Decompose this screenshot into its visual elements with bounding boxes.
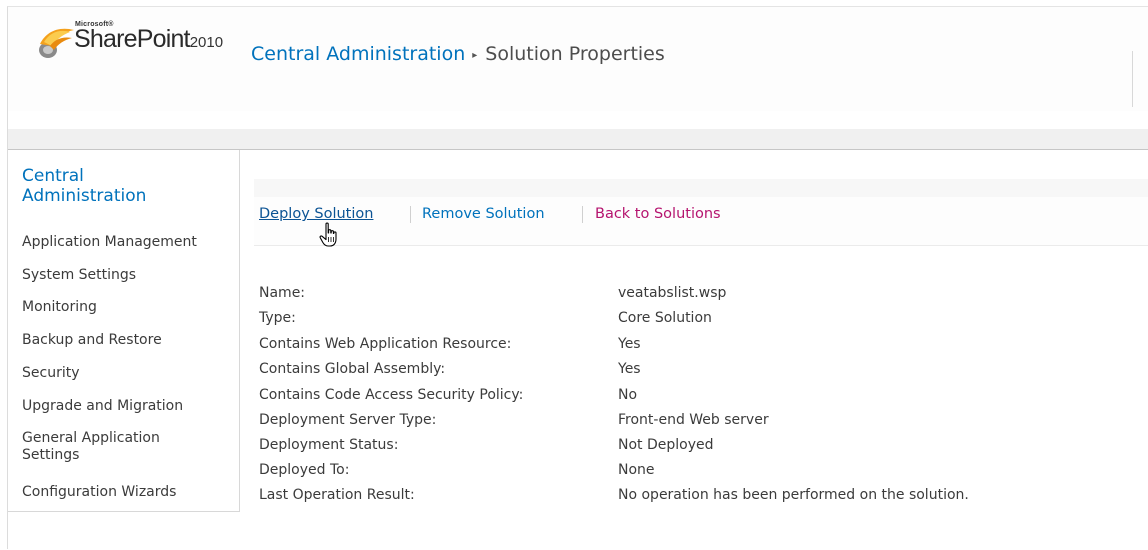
property-value: None	[618, 462, 655, 478]
property-label: Deployment Server Type:	[259, 412, 437, 428]
breadcrumb-root-link[interactable]: Central Administration	[251, 43, 465, 65]
property-value: No operation has been performed on the s…	[618, 487, 969, 503]
nav-item-application-management[interactable]: Application Management	[22, 234, 197, 251]
quick-launch-heading-line2: Administration	[22, 186, 147, 206]
nav-item-configuration-wizards[interactable]: Configuration Wizards	[22, 484, 176, 501]
quick-launch-heading[interactable]: Central Administration	[22, 166, 146, 206]
property-label: Deployed To:	[259, 462, 350, 478]
brand-year: 2010	[189, 34, 224, 51]
toolbar-divider	[410, 206, 411, 223]
breadcrumb-current: Solution Properties	[485, 43, 665, 65]
nav-item-general-application-settings[interactable]: General Application Settings	[22, 430, 160, 464]
toolbar-divider	[582, 206, 583, 223]
brand-product-name: SharePoint	[74, 25, 191, 53]
quick-launch-nav: Central Administration Application Manag…	[8, 150, 240, 512]
property-value: Front-end Web server	[618, 412, 769, 428]
property-value: Not Deployed	[618, 437, 714, 453]
breadcrumb-separator-icon: ▸	[472, 50, 478, 61]
nav-item-general-application-line1: General Application	[22, 430, 160, 446]
property-label: Contains Web Application Resource:	[259, 336, 512, 352]
nav-item-system-settings[interactable]: System Settings	[22, 267, 136, 284]
property-value: Yes	[618, 336, 641, 352]
property-label: Name:	[259, 285, 306, 301]
header-divider	[1132, 51, 1133, 107]
quick-launch-heading-line1: Central	[22, 166, 84, 186]
sharepoint-logo-icon[interactable]	[34, 20, 78, 64]
nav-item-general-application-line2: Settings	[22, 447, 80, 463]
hand-pointer-cursor-icon	[319, 222, 337, 247]
property-label: Type:	[259, 310, 296, 326]
solution-toolbar: Deploy Solution Remove Solution Back to …	[254, 179, 1148, 246]
property-label: Last Operation Result:	[259, 487, 415, 503]
brand-product: SharePoint2010	[74, 25, 223, 54]
site-header: Microsoft® SharePoint2010 Central Admini…	[8, 7, 1148, 112]
nav-item-upgrade-and-migration[interactable]: Upgrade and Migration	[22, 398, 183, 415]
property-value: veatabslist.wsp	[618, 285, 727, 301]
nav-item-backup-and-restore[interactable]: Backup and Restore	[22, 332, 162, 349]
property-value: Core Solution	[618, 310, 712, 326]
property-value: No	[618, 387, 638, 403]
main-content: Deploy Solution Remove Solution Back to …	[240, 150, 1148, 550]
deploy-solution-link[interactable]: Deploy Solution	[259, 205, 373, 223]
property-value: Yes	[618, 361, 641, 377]
page-frame: Microsoft® SharePoint2010 Central Admini…	[7, 6, 1148, 549]
remove-solution-link[interactable]: Remove Solution	[422, 205, 545, 223]
nav-item-security[interactable]: Security	[22, 365, 80, 382]
property-label: Deployment Status:	[259, 437, 399, 453]
nav-item-monitoring[interactable]: Monitoring	[22, 299, 97, 316]
breadcrumb: Central Administration ▸ Solution Properti…	[251, 43, 665, 65]
back-to-solutions-link[interactable]: Back to Solutions	[595, 205, 721, 223]
property-label: Contains Global Assembly:	[259, 361, 446, 377]
ribbon-band	[8, 111, 1148, 150]
property-label: Contains Code Access Security Policy:	[259, 387, 524, 403]
